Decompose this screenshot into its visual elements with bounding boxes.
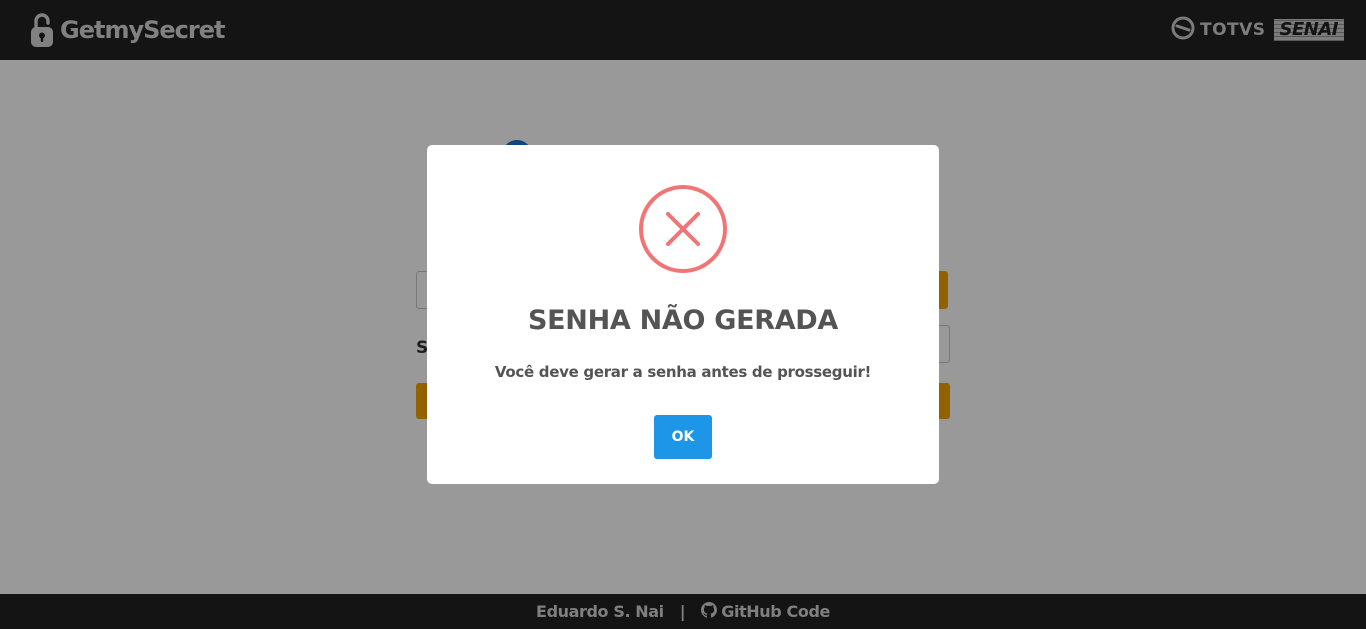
error-dialog: SENHA NÃO GERADA Você deve gerar a senha… bbox=[427, 145, 939, 484]
dialog-title: SENHA NÃO GERADA bbox=[527, 305, 839, 336]
ok-button[interactable]: OK bbox=[654, 415, 712, 459]
error-x-icon bbox=[638, 184, 728, 274]
dialog-message: Você deve gerar a senha antes de prosseg… bbox=[494, 363, 872, 381]
